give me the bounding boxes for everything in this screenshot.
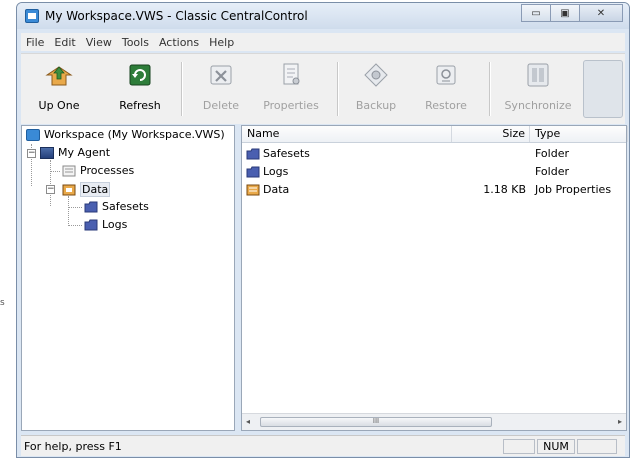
status-panel-blank (577, 439, 617, 454)
refresh-icon (125, 60, 155, 90)
agent-expander[interactable]: − (27, 149, 36, 158)
list-cell-name: Data (246, 183, 289, 196)
list-item-type: Folder (535, 165, 569, 178)
list-item-name: Logs (263, 165, 289, 178)
tree-label-data: Data (80, 182, 111, 197)
up-one-icon (44, 60, 74, 90)
tree-pane[interactable]: Workspace (My Workspace.VWS) − My Agent … (21, 125, 235, 431)
column-header-size[interactable]: Size (452, 126, 530, 142)
status-num-indicator: NUM (537, 439, 575, 454)
processes-icon (62, 165, 76, 177)
toolbar-separator (337, 62, 339, 116)
restore-label: Restore (425, 99, 467, 112)
horizontal-scrollbar[interactable]: ◂ III ▸ (242, 413, 626, 430)
list-cell-name: Logs (246, 165, 288, 178)
menu-actions[interactable]: Actions (154, 36, 204, 49)
workspace-icon (26, 128, 40, 141)
window-title: My Workspace.VWS - Classic CentralContro… (45, 9, 308, 23)
backup-button[interactable]: Backup (353, 58, 399, 120)
agent-icon (40, 146, 54, 159)
backup-label: Backup (355, 99, 397, 112)
up-one-button[interactable]: Up One (35, 58, 83, 120)
tree-label-safesets: Safesets (102, 200, 149, 213)
menu-bar: File Edit View Tools Actions Help (21, 33, 625, 51)
menu-help[interactable]: Help (204, 36, 239, 49)
delete-icon (206, 60, 236, 90)
folder-icon (246, 166, 260, 177)
data-icon (62, 184, 76, 196)
tree-node-data[interactable]: Data (62, 182, 111, 197)
column-header-name[interactable]: Name (242, 126, 452, 142)
menu-file[interactable]: File (21, 36, 49, 49)
tree-connector (68, 225, 82, 226)
list-header: Name Size Type (242, 126, 628, 143)
toolbar-separator (181, 62, 183, 116)
scrollbar-thumb[interactable]: III (260, 417, 492, 427)
tree-label-agent: My Agent (58, 146, 111, 159)
tree-label-workspace: Workspace (My Workspace.VWS) (44, 128, 225, 141)
data-expander[interactable]: − (46, 185, 55, 194)
window-controls: ▭ ▣ ✕ (521, 4, 623, 22)
status-help-text: For help, press F1 (24, 440, 122, 453)
tree-label-processes: Processes (80, 164, 135, 177)
menu-edit[interactable]: Edit (49, 36, 80, 49)
up-one-label: Up One (38, 99, 80, 112)
tree-connector (68, 196, 69, 226)
list-item-name: Data (263, 183, 290, 196)
properties-icon (276, 60, 306, 90)
refresh-button[interactable]: Refresh (117, 58, 163, 120)
menu-tools[interactable]: Tools (117, 36, 154, 49)
properties-label: Properties (263, 99, 319, 112)
synchronize-button[interactable]: Synchronize (503, 58, 573, 120)
tree-node-safesets[interactable]: Safesets (84, 200, 149, 213)
list-item-type: Job Properties (535, 183, 612, 196)
folder-icon (84, 219, 98, 231)
status-bar: For help, press F1 NUM (21, 435, 625, 456)
list-pane[interactable]: Name Size Type Safesets Folder Logs Fold… (241, 125, 628, 431)
tree-connector (50, 171, 60, 172)
tree-node-agent[interactable]: My Agent (40, 146, 110, 159)
list-cell-name: Safesets (246, 147, 310, 160)
menu-view[interactable]: View (81, 36, 117, 49)
synchronize-label: Synchronize (504, 99, 572, 112)
list-row[interactable]: Logs Folder (242, 164, 626, 180)
list-row[interactable]: Safesets Folder (242, 146, 626, 162)
main-window: My Workspace.VWS - Classic CentralContro… (16, 2, 630, 458)
toolbar-separator (489, 62, 491, 116)
minimize-button[interactable]: ▭ (521, 4, 551, 22)
delete-label: Delete (202, 99, 240, 112)
restore-button[interactable]: Restore (423, 58, 469, 120)
list-item-name: Safesets (263, 147, 310, 160)
refresh-label: Refresh (119, 99, 161, 112)
close-button[interactable]: ✕ (579, 4, 623, 22)
list-row[interactable]: Data 1.18 KB Job Properties (242, 182, 626, 198)
toolbar: Up One Refresh Delete Properties Backup … (21, 53, 625, 124)
backup-icon (361, 60, 391, 90)
tree-connector (68, 207, 82, 208)
scroll-left-arrow[interactable]: ◂ (246, 417, 250, 426)
tree-node-processes[interactable]: Processes (62, 164, 134, 177)
properties-button[interactable]: Properties (261, 58, 321, 120)
tree-node-logs[interactable]: Logs (84, 218, 127, 231)
list-item-size: 1.18 KB (483, 183, 526, 196)
tree-label-logs: Logs (102, 218, 128, 231)
app-icon (25, 9, 39, 23)
synchronize-icon (523, 60, 553, 90)
folder-icon (246, 148, 260, 159)
job-properties-icon (246, 184, 260, 195)
list-item-type: Folder (535, 147, 569, 160)
restore-icon (431, 60, 461, 90)
tree-node-workspace[interactable]: Workspace (My Workspace.VWS) (26, 128, 225, 141)
status-panel-blank (503, 439, 535, 454)
tree-connector (50, 160, 51, 206)
title-bar[interactable]: My Workspace.VWS - Classic CentralContro… (17, 3, 629, 29)
folder-icon (84, 201, 98, 213)
delete-button[interactable]: Delete (199, 58, 243, 120)
maximize-button[interactable]: ▣ (550, 4, 580, 22)
window-edge-mark: s (0, 298, 5, 308)
column-header-type[interactable]: Type (530, 126, 628, 142)
scroll-right-arrow[interactable]: ▸ (618, 417, 622, 426)
toolbar-blank-area (583, 60, 623, 118)
